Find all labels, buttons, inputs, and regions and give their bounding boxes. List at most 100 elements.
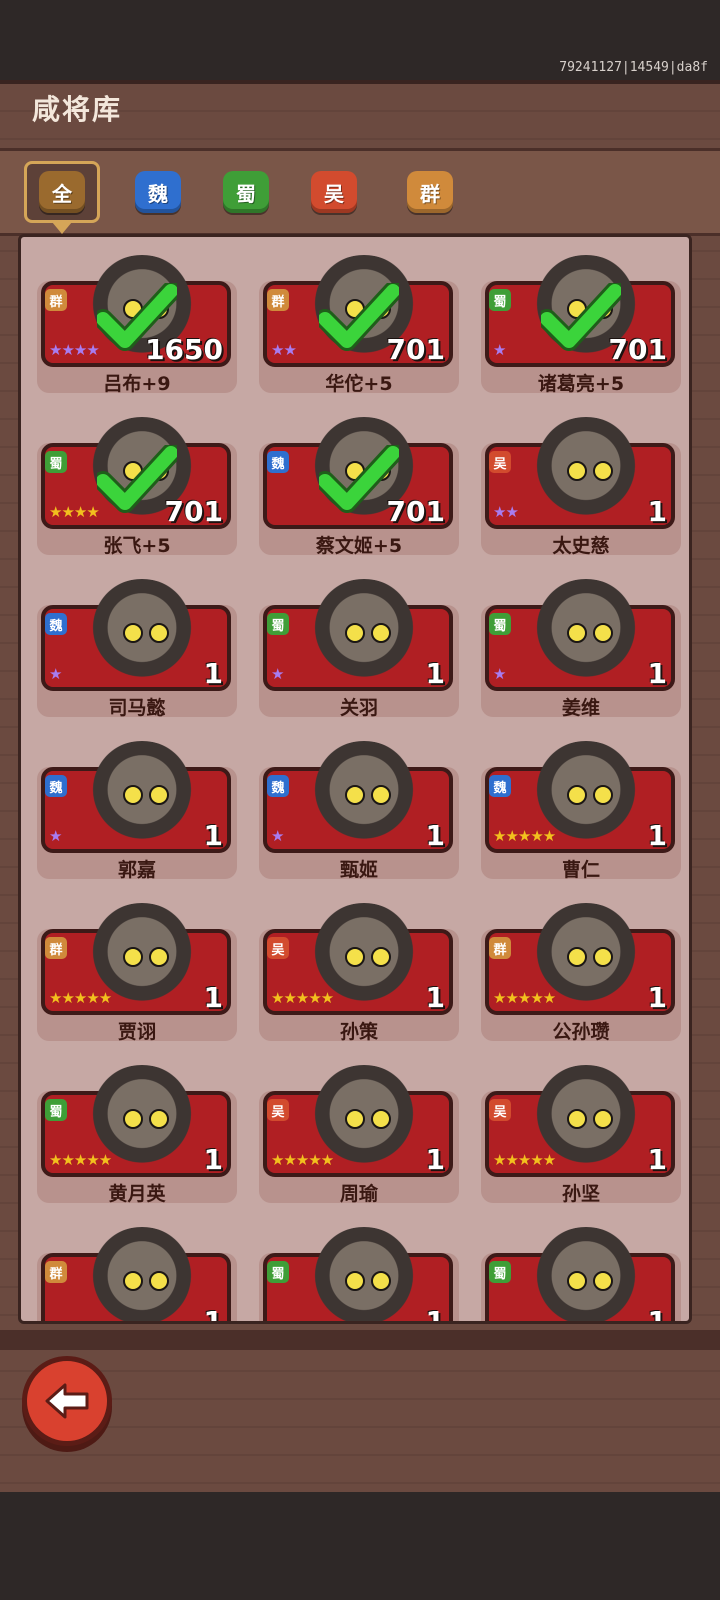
hero-name: 黄月英 <box>108 1183 166 1205</box>
hero-name: 郭嘉 <box>117 859 156 881</box>
hero-count: 1 <box>425 657 445 690</box>
faction-badge: 群 <box>489 937 511 959</box>
hero-name: 关羽 <box>339 697 378 719</box>
hero-card[interactable]: 群 ★★ 701 华佗+5 <box>259 255 459 397</box>
game-screen: 79241127|14549|da8f 咸将库 全魏蜀吴群 群 ★★★★ 1650 吕… <box>0 0 720 1600</box>
hero-card[interactable]: 魏 701 蔡文姬+5 <box>259 417 459 559</box>
eye-icon <box>149 623 169 643</box>
eye-icon <box>567 623 587 643</box>
hero-card[interactable]: 吴 ★★★★★ 1 孙策 <box>259 903 459 1045</box>
faction-badge: 吴 <box>267 937 289 959</box>
hero-card[interactable]: 群 ★★★★★ 1 贾诩 <box>37 903 237 1045</box>
hero-card[interactable]: 蜀1 <box>259 1227 459 1324</box>
faction-badge: 蜀 <box>267 1261 289 1283</box>
hero-card[interactable]: 魏 ★★★★★ 1 曹仁 <box>481 741 681 883</box>
hero-name: 张飞+5 <box>103 535 171 557</box>
hero-count: 1 <box>647 1143 667 1176</box>
hero-card[interactable]: 魏 ★ 1 郭嘉 <box>37 741 237 883</box>
tab-label: 吴 <box>311 171 357 213</box>
faction-tabs: 全 魏蜀吴 群 <box>0 148 720 236</box>
hero-count: 1 <box>647 495 667 528</box>
active-tab-caret <box>52 222 72 234</box>
build-id: 79241127|14549|da8f <box>559 60 708 75</box>
page-title: 咸将库 <box>32 93 123 126</box>
star-rating: ★★★★★ <box>49 1151 112 1169</box>
star-rating: ★★★★★ <box>493 827 556 845</box>
hero-count: 701 <box>164 495 223 528</box>
hero-card[interactable]: 蜀 ★★★★★ 1 黄月英 <box>37 1065 237 1207</box>
tab-5[interactable]: 群 <box>392 161 468 223</box>
eye-icon <box>345 1109 365 1129</box>
hero-portrait <box>531 579 641 687</box>
eye-icon <box>123 947 143 967</box>
star-rating: ★ <box>271 827 284 845</box>
hero-portrait <box>309 741 419 849</box>
tab-1[interactable]: 全 <box>24 161 100 234</box>
star-rating: ★ <box>493 341 506 359</box>
eye-icon <box>567 1271 587 1291</box>
hero-card[interactable]: 蜀 ★ 1 姜维 <box>481 579 681 721</box>
hero-name: 孙策 <box>339 1021 378 1043</box>
hero-name: 太史慈 <box>552 535 610 557</box>
faction-badge: 吴 <box>489 1099 511 1121</box>
star-rating: ★★★★★ <box>493 1151 556 1169</box>
faction-badge: 群 <box>267 289 289 311</box>
tab-3[interactable]: 蜀 <box>208 161 284 223</box>
eye-icon <box>371 785 391 805</box>
eye-icon <box>567 461 587 481</box>
back-button[interactable] <box>22 1356 112 1446</box>
eye-icon <box>371 1109 391 1129</box>
hero-card[interactable]: 群 ★★★★ 1650 吕布+9 <box>37 255 237 397</box>
top-status-area: 79241127|14549|da8f <box>0 0 720 80</box>
eye-icon <box>593 461 613 481</box>
tab-2[interactable]: 魏 <box>120 161 196 223</box>
eye-icon <box>371 947 391 967</box>
faction-badge: 魏 <box>489 775 511 797</box>
eye-icon <box>345 947 365 967</box>
hero-name: 司马懿 <box>108 697 166 719</box>
hero-card[interactable]: 魏 ★ 1 甄姬 <box>259 741 459 883</box>
hero-card[interactable]: 蜀 ★ 701 诸葛亮+5 <box>481 255 681 397</box>
star-rating: ★ <box>49 665 62 683</box>
faction-badge: 魏 <box>45 613 67 635</box>
hero-card[interactable]: 群 ★★★★★ 1 公孙瓒 <box>481 903 681 1045</box>
hero-card[interactable]: 蜀1 <box>481 1227 681 1321</box>
tab-label: 魏 <box>135 171 181 213</box>
eye-icon <box>593 785 613 805</box>
hero-card[interactable]: 群1 <box>37 1227 237 1324</box>
tab-4[interactable]: 吴 <box>296 161 372 223</box>
hero-list-panel[interactable]: 群 ★★★★ 1650 吕布+9 群 ★★ 701 华佗+5 蜀 ★ 701 诸葛亮+5 蜀 ★★★★ 70… <box>18 234 692 1324</box>
faction-badge: 群 <box>45 1261 67 1283</box>
hero-count: 1 <box>647 819 667 852</box>
hero-card[interactable]: 魏 ★ 1 司马懿 <box>37 579 237 721</box>
hero-count: 1 <box>203 1143 223 1176</box>
hero-count: 1 <box>425 1305 445 1324</box>
faction-badge: 蜀 <box>489 1261 511 1283</box>
hero-card[interactable]: 吴 ★★★★★ 1 周瑜 <box>259 1065 459 1207</box>
eye-icon <box>593 1109 613 1129</box>
eye-icon <box>567 1109 587 1129</box>
faction-badge: 蜀 <box>489 289 511 311</box>
hero-count: 1 <box>203 1305 223 1324</box>
hero-count: 701 <box>386 495 445 528</box>
hero-card[interactable]: 蜀 ★ 1 关羽 <box>259 579 459 721</box>
faction-badge: 吴 <box>267 1099 289 1121</box>
eye-icon <box>567 947 587 967</box>
hero-name: 周瑜 <box>339 1183 378 1205</box>
hero-card[interactable]: 吴 ★★★★★ 1 孙坚 <box>481 1065 681 1207</box>
hero-name: 曹仁 <box>561 859 600 881</box>
hero-count: 1 <box>203 819 223 852</box>
hero-card[interactable]: 吴 ★★ 1 太史慈 <box>481 417 681 559</box>
faction-badge: 吴 <box>489 451 511 473</box>
hero-card[interactable]: 蜀 ★★★★ 701 张飞+5 <box>37 417 237 559</box>
star-rating: ★ <box>493 665 506 683</box>
hero-portrait <box>87 1227 197 1321</box>
star-rating: ★★★★★ <box>271 989 334 1007</box>
star-rating: ★★ <box>493 503 519 521</box>
eye-icon <box>345 785 365 805</box>
hero-count: 1 <box>203 657 223 690</box>
star-rating: ★★★★★ <box>271 1151 334 1169</box>
eye-icon <box>345 1271 365 1291</box>
hero-count: 1 <box>647 981 667 1014</box>
eye-icon <box>149 785 169 805</box>
